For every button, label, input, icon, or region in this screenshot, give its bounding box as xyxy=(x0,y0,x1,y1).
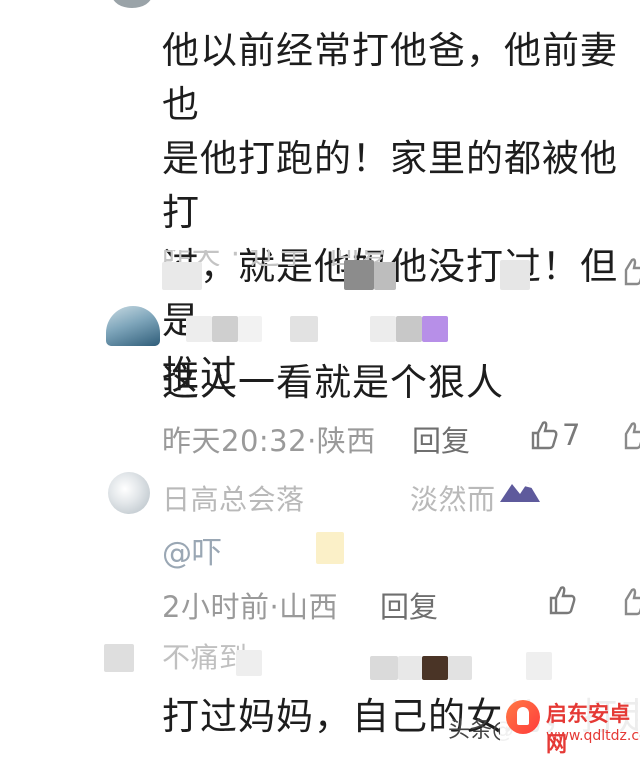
blur-mosaic xyxy=(212,316,238,342)
blur-mosaic xyxy=(238,316,262,342)
blur-mosaic xyxy=(396,316,422,342)
blur-mosaic xyxy=(162,262,202,290)
blur-mosaic xyxy=(316,532,344,564)
blur-mosaic xyxy=(526,652,552,680)
comment-1-line-2: 是他打跑的！家里的都被他打 xyxy=(162,137,618,234)
site-watermark: 启东安卓网 www.qdltdz.com xyxy=(500,694,640,756)
blur-mosaic xyxy=(236,650,262,676)
blur-mosaic xyxy=(186,316,212,342)
avatar-comment-3[interactable] xyxy=(108,472,150,514)
comment-4-username[interactable]: 不痛到 xyxy=(162,636,248,676)
comment-2-time-location: 昨天20:32·陕西 xyxy=(162,424,376,458)
comment-3-mention[interactable]: @吓 xyxy=(162,528,222,572)
comment-2-text: 这人一看就是个狠人 xyxy=(162,361,504,404)
thumbs-up-icon[interactable] xyxy=(622,420,640,454)
thumbs-up-icon xyxy=(530,419,558,451)
blur-mosaic xyxy=(500,260,530,290)
site-logo-icon xyxy=(506,700,540,734)
comment-1-line-1: 他以前经常打他爸，他前妻也 xyxy=(162,29,618,126)
blur-mosaic xyxy=(422,656,448,680)
site-watermark-url: www.qdltdz.com xyxy=(546,728,640,744)
mountain-emoji-icon xyxy=(500,478,540,506)
avatar-blur xyxy=(104,644,134,672)
blur-mosaic xyxy=(344,260,374,290)
blur-mosaic xyxy=(398,656,422,680)
blur-mosaic xyxy=(290,316,318,342)
blur-mosaic xyxy=(374,262,396,290)
comment-2-like-count: 7 xyxy=(562,418,581,452)
thumbs-up-icon[interactable] xyxy=(622,256,640,290)
avatar-top[interactable] xyxy=(112,0,152,8)
blur-mosaic xyxy=(448,656,472,680)
avatar-comment-2[interactable] xyxy=(106,306,160,346)
comment-2-like-button[interactable]: 7 xyxy=(530,418,580,452)
comment-3-username[interactable]: 日高总会落 xyxy=(162,478,305,518)
blur-mosaic xyxy=(370,316,396,342)
comment-3-time-location: 2小时前·山西 xyxy=(162,590,339,624)
comment-3-reply-button[interactable]: 回复 xyxy=(380,584,438,626)
blur-mosaic xyxy=(370,656,398,680)
comment-1-text: 他以前经常打他爸，他前妻也 是他打跑的！家里的都被他打 过，就是他妈他没打过！但… xyxy=(162,24,632,402)
thumbs-up-icon[interactable] xyxy=(622,586,640,620)
comment-2-reply-button[interactable]: 回复 xyxy=(412,418,470,460)
comment-3-username-tail[interactable]: 淡然而 xyxy=(410,478,496,518)
blur-mosaic xyxy=(422,316,448,342)
thumbs-up-icon[interactable] xyxy=(548,584,576,620)
